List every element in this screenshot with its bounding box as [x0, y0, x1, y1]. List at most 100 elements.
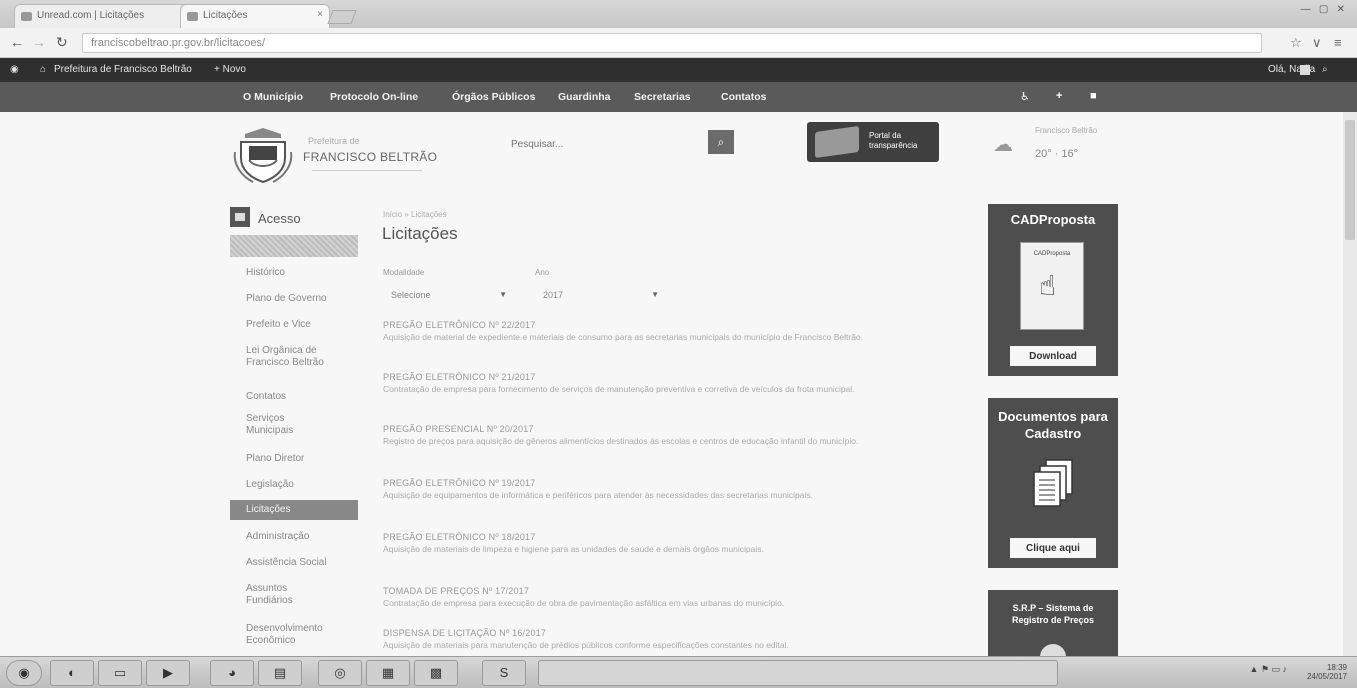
- sidebar-item[interactable]: Administração: [230, 531, 358, 543]
- weather-temperature: 20° · 16°: [1035, 148, 1079, 160]
- contrast-icon[interactable]: ■: [1090, 90, 1097, 102]
- scrollbar-thumb[interactable]: [1345, 120, 1355, 240]
- browser-tab[interactable]: Unread.com | Licitações ×: [14, 4, 204, 28]
- sidebar-item[interactable]: Legislação: [230, 479, 358, 491]
- forward-icon[interactable]: →: [32, 34, 46, 50]
- accessibility-icon[interactable]: ♿: [1020, 90, 1030, 103]
- tray-icons[interactable]: ▲ ⚑ ▭ ♪: [1250, 665, 1287, 674]
- new-tab-button[interactable]: [327, 10, 357, 24]
- sidebar-header: Acesso: [230, 205, 358, 235]
- search-input[interactable]: [505, 134, 703, 154]
- font-increase-icon[interactable]: +: [1056, 90, 1062, 102]
- brand-prefix: Prefeitura de: [308, 136, 360, 146]
- favicon-icon: [21, 12, 32, 21]
- documents-icon: [1033, 459, 1073, 507]
- sidebar-item[interactable]: Plano de Governo: [230, 293, 358, 305]
- tender-title[interactable]: PREGÃO ELETRÔNICO Nº 22/2017: [383, 320, 963, 330]
- star-icon[interactable]: ☆: [1290, 35, 1302, 51]
- sidebar-item-active[interactable]: Licitações: [230, 500, 358, 520]
- url-input[interactable]: franciscobeltrao.pr.gov.br/licitacoes/: [82, 33, 1262, 53]
- tender-title[interactable]: PREGÃO ELETRÔNICO Nº 21/2017: [383, 372, 963, 382]
- sidebar-item[interactable]: Histórico: [230, 267, 358, 279]
- year-select[interactable]: 2017 ▼: [535, 287, 663, 307]
- window-controls[interactable]: — ▢ ✕: [1301, 4, 1346, 15]
- tender-title[interactable]: PREGÃO ELETRÔNICO Nº 19/2017: [383, 478, 963, 488]
- app-icon[interactable]: ▦: [366, 660, 410, 686]
- calculator-icon[interactable]: ▩: [414, 660, 458, 686]
- admin-site-link[interactable]: Prefeitura de Francisco Beltrão: [54, 64, 192, 75]
- search-icon[interactable]: ⌕: [1322, 64, 1328, 75]
- chrome-window-icon[interactable]: ◎: [318, 660, 362, 686]
- explorer-icon[interactable]: ▤: [258, 660, 302, 686]
- breadcrumb[interactable]: Início » Licitações: [383, 210, 447, 219]
- sidebar-item[interactable]: Contatos: [230, 391, 358, 403]
- srp-icon: [1040, 644, 1066, 656]
- tender-title[interactable]: PREGÃO ELETRÔNICO Nº 18/2017: [383, 532, 963, 542]
- menu-icon[interactable]: ≡: [1334, 35, 1342, 50]
- back-icon[interactable]: ←: [10, 34, 24, 50]
- wordpress-icon[interactable]: ◉: [10, 64, 19, 75]
- sidebar-item[interactable]: Assuntos Fundiários: [230, 583, 320, 607]
- tender-item[interactable]: TOMADA DE PREÇOS Nº 17/2017 Contratação …: [383, 586, 963, 609]
- folder-icon[interactable]: ▭: [98, 660, 142, 686]
- sidebar-item[interactable]: Lei Orgânica de Francisco Beltrão: [230, 345, 340, 369]
- tender-item[interactable]: PREGÃO ELETRÔNICO Nº 21/2017 Contratação…: [383, 372, 963, 395]
- tender-description: Aquisição de materiais para manutenção d…: [383, 640, 789, 650]
- sidebar-item[interactable]: Assistência Social: [230, 557, 358, 569]
- avatar[interactable]: [1300, 65, 1310, 75]
- tender-description: Contratação de empresa para execução de …: [383, 598, 785, 608]
- clock-time: 18:39: [1326, 663, 1347, 672]
- skype-icon[interactable]: S: [482, 660, 526, 686]
- transparency-portal-link[interactable]: Portal da transparência: [807, 122, 939, 162]
- coat-of-arms-logo[interactable]: [231, 124, 295, 188]
- reload-icon[interactable]: ↻: [56, 34, 68, 51]
- tender-item[interactable]: PREGÃO PRESENCIAL Nº 20/2017 Registro de…: [383, 424, 963, 447]
- sidebar-item[interactable]: Serviços Municipais: [230, 413, 330, 437]
- sidebar-item[interactable]: Plano Diretor: [230, 453, 358, 465]
- download-button[interactable]: Download: [1010, 346, 1096, 366]
- tender-title[interactable]: PREGÃO PRESENCIAL Nº 20/2017: [383, 424, 963, 434]
- portal-label-2: transparência: [869, 141, 918, 150]
- transparency-portal-icon: [815, 125, 859, 159]
- chrome-icon[interactable]: ◕: [210, 660, 254, 686]
- access-icon: [230, 207, 250, 227]
- nav-item[interactable]: Secretarias: [634, 91, 691, 103]
- srp-card[interactable]: S.R.P – Sistema de Registro de Preços: [988, 590, 1118, 656]
- tender-title[interactable]: DISPENSA DE LICITAÇÃO Nº 16/2017: [383, 628, 963, 638]
- modality-select[interactable]: Selecione ▼: [383, 287, 511, 307]
- close-tab-icon[interactable]: ×: [317, 9, 323, 20]
- nav-item[interactable]: Guardinha: [558, 91, 611, 103]
- filter-modality-label: Modalidade: [383, 268, 425, 277]
- click-here-button[interactable]: Clique aqui: [1010, 538, 1096, 558]
- tender-item[interactable]: PREGÃO ELETRÔNICO Nº 22/2017 Aquisição d…: [383, 320, 963, 343]
- extension-icon[interactable]: ∨: [1312, 35, 1322, 51]
- nav-item[interactable]: Órgãos Públicos: [452, 91, 535, 103]
- address-bar-row: ← → ↻ franciscobeltrao.pr.gov.br/licitac…: [0, 28, 1357, 58]
- browser-icon[interactable]: ◐: [50, 660, 94, 686]
- search-button[interactable]: ⌕: [708, 130, 734, 154]
- os-taskbar: ◉ ◐ ▭ ▶ ◕ ▤ ◎ ▦ ▩ S ▲ ⚑ ▭ ♪ 18:39 24/05/…: [0, 656, 1357, 688]
- software-box-image: CADProposta ☝: [1020, 242, 1084, 330]
- tender-title[interactable]: TOMADA DE PREÇOS Nº 17/2017: [383, 586, 963, 596]
- filter-year-label: Ano: [535, 268, 550, 277]
- sidebar-item[interactable]: Prefeito e Vice: [230, 319, 358, 331]
- nav-item[interactable]: Protocolo On-line: [330, 91, 418, 103]
- sidebar-item[interactable]: Desenvolvimento Econômico: [230, 623, 330, 647]
- browser-tab-active[interactable]: Licitações ×: [180, 4, 330, 28]
- tender-description: Aquisição de material de expediente e ma…: [383, 332, 864, 342]
- documents-card[interactable]: Documentos para Cadastro Clique aqui: [988, 398, 1118, 568]
- tender-item[interactable]: PREGÃO ELETRÔNICO Nº 19/2017 Aquisição d…: [383, 478, 963, 501]
- taskbar-window[interactable]: [538, 660, 1058, 686]
- documents-title: Documentos para Cadastro: [998, 409, 1108, 441]
- media-player-icon[interactable]: ▶: [146, 660, 190, 686]
- main-nav: O Município Protocolo On-line Órgãos Púb…: [0, 82, 1357, 112]
- nav-item[interactable]: O Município: [243, 91, 303, 103]
- admin-new-link[interactable]: + Novo: [214, 64, 246, 75]
- start-button[interactable]: ◉: [6, 660, 42, 686]
- browser-tab-bar: Unread.com | Licitações × Licitações × —…: [0, 0, 1357, 28]
- cadproposta-card[interactable]: CADProposta CADProposta ☝ Download: [988, 204, 1118, 376]
- tender-item[interactable]: PREGÃO ELETRÔNICO Nº 18/2017 Aquisição d…: [383, 532, 963, 555]
- nav-item[interactable]: Contatos: [721, 91, 767, 103]
- brand-name[interactable]: FRANCISCO BELTRÃO: [303, 150, 437, 164]
- tender-item[interactable]: DISPENSA DE LICITAÇÃO Nº 16/2017 Aquisiç…: [383, 628, 963, 651]
